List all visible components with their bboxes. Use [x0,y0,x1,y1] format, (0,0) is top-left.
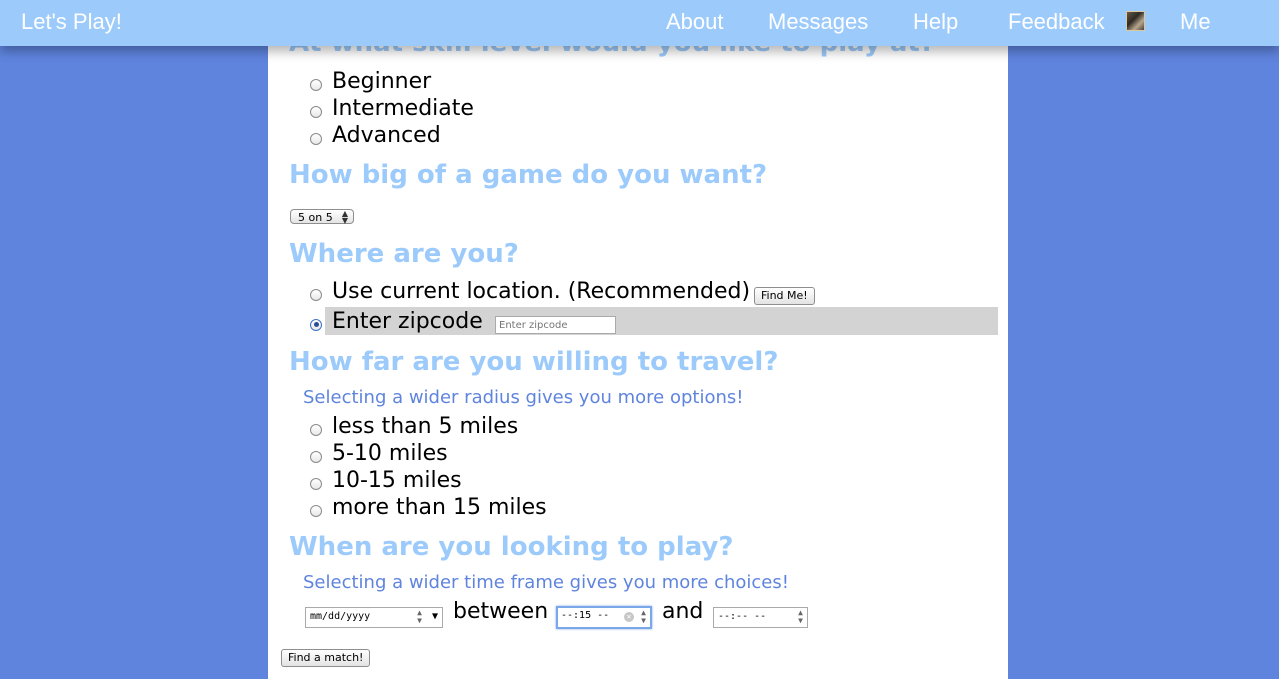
select-value: 5 on 5 [298,211,333,224]
find-match-button[interactable]: Find a match! [281,649,371,667]
nav-feedback[interactable]: Feedback [1008,9,1105,35]
spinner-icon[interactable]: ▲ ▼ [641,609,646,625]
start-time-value: --:15 -- [561,610,610,621]
nav-me[interactable]: Me [1180,9,1211,35]
option-label: 10-15 miles [332,468,462,493]
travel-option-10-15[interactable]: 10-15 miles [310,468,462,493]
location-title: Where are you? [289,239,519,269]
option-label: more than 15 miles [332,495,547,520]
travel-title: How far are you willing to travel? [289,347,779,377]
brand-link[interactable]: Let's Play! [21,9,122,35]
radio-button[interactable] [310,477,322,490]
radio-button[interactable] [310,423,322,436]
spinner-icon[interactable]: ▲ ▼ [417,609,422,625]
option-label: Advanced [332,123,441,148]
location-option-current[interactable]: Use current location. (Recommended) [310,279,750,304]
zipcode-input[interactable] [495,316,616,334]
avatar[interactable] [1126,11,1145,31]
skill-option-advanced[interactable]: Advanced [310,123,441,148]
nav-about[interactable]: About [666,9,724,35]
game-size-select[interactable]: 5 on 5 ▲ ▼ [290,209,354,225]
skill-option-intermediate[interactable]: Intermediate [310,96,474,121]
and-label: and [662,599,704,624]
dropdown-arrow-icon[interactable]: ▼ [432,611,438,622]
game-size-title: How big of a game do you want? [289,160,768,190]
radio-button[interactable] [310,105,322,118]
between-label: between [453,599,549,624]
travel-hint: Selecting a wider radius gives you more … [303,387,744,408]
location-option-zipcode[interactable]: Enter zipcode [310,309,483,334]
when-hint: Selecting a wider time frame gives you m… [303,572,789,593]
option-label: less than 5 miles [332,414,519,439]
radio-button[interactable] [310,132,322,145]
travel-option-5-10[interactable]: 5-10 miles [310,441,448,466]
radio-button[interactable] [310,288,322,301]
find-me-button[interactable]: Find Me! [754,287,815,305]
top-navbar: Let's Play! About Messages Help Feedback… [0,0,1279,46]
radio-button[interactable] [310,450,322,463]
skill-option-beginner[interactable]: Beginner [310,69,431,94]
option-label: Beginner [332,69,432,94]
clear-icon[interactable]: ✕ [624,612,634,622]
nav-help[interactable]: Help [913,9,958,35]
date-value: mm/dd/yyyy [310,611,371,622]
option-label: Enter zipcode [332,309,483,334]
date-input[interactable]: mm/dd/yyyy ▲ ▼ ▼ [305,607,443,628]
radio-button-selected[interactable] [310,318,322,331]
radio-button[interactable] [310,504,322,517]
travel-option-lt5[interactable]: less than 5 miles [310,414,518,439]
spinner-icon[interactable]: ▲ ▼ [798,609,803,625]
end-time-input[interactable]: --:-- -- ▲ ▼ [713,607,808,628]
when-title: When are you looking to play? [289,532,734,562]
select-arrows-icon: ▲ ▼ [341,209,348,225]
travel-option-gt15[interactable]: more than 15 miles [310,495,547,520]
start-time-input[interactable]: --:15 -- ✕ ▲ ▼ [556,606,652,629]
end-time-value: --:-- -- [718,611,767,622]
option-label: Use current location. (Recommended) [332,279,751,304]
radio-button[interactable] [310,78,322,91]
option-label: 5-10 miles [332,441,448,466]
nav-messages[interactable]: Messages [768,9,868,35]
option-label: Intermediate [332,96,474,121]
